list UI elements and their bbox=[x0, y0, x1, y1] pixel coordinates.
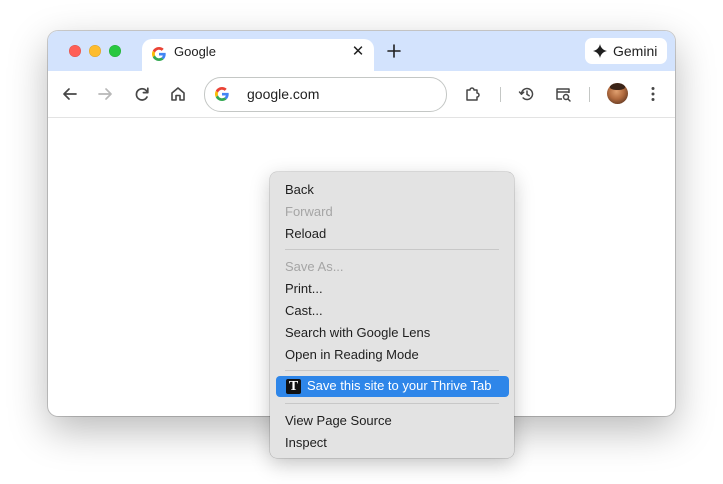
gemini-button[interactable]: Gemini bbox=[585, 38, 667, 64]
menu-item-cast[interactable]: Cast... bbox=[285, 303, 323, 319]
menu-separator bbox=[285, 370, 499, 371]
zoom-window-button[interactable] bbox=[109, 45, 121, 57]
tab-search-icon[interactable] bbox=[553, 84, 573, 104]
context-menu: Back Forward Reload Save As... Print... … bbox=[270, 172, 514, 458]
gemini-label: Gemini bbox=[613, 43, 658, 59]
history-icon[interactable] bbox=[517, 84, 537, 104]
arrow-left-icon[interactable] bbox=[60, 84, 80, 104]
minimize-window-button[interactable] bbox=[89, 45, 101, 57]
menu-separator bbox=[285, 249, 499, 250]
reload-icon[interactable] bbox=[132, 84, 152, 104]
close-tab-icon[interactable]: ✕ bbox=[348, 44, 368, 60]
menu-item-label: Save this site to your Thrive Tab bbox=[307, 378, 492, 393]
profile-avatar[interactable] bbox=[607, 83, 628, 104]
browser-toolbar: google.com bbox=[48, 71, 675, 118]
sparkle-icon bbox=[593, 44, 607, 58]
kebab-menu-icon[interactable] bbox=[643, 84, 663, 104]
thrive-tab-icon: T bbox=[286, 379, 301, 394]
tab-google[interactable]: Google ✕ bbox=[142, 39, 374, 71]
puzzle-icon[interactable] bbox=[463, 84, 483, 104]
menu-item-inspect[interactable]: Inspect bbox=[285, 435, 327, 451]
menu-item-reload[interactable]: Reload bbox=[285, 226, 326, 242]
google-g-icon bbox=[152, 47, 166, 61]
new-tab-plus-icon[interactable] bbox=[385, 42, 403, 60]
menu-item-save-to-thrive-tab[interactable]: T Save this site to your Thrive Tab bbox=[276, 376, 509, 397]
arrow-right-icon[interactable] bbox=[95, 84, 115, 104]
address-text: google.com bbox=[247, 86, 320, 102]
google-g-icon bbox=[215, 87, 229, 101]
home-icon[interactable] bbox=[168, 84, 188, 104]
toolbar-divider bbox=[500, 87, 501, 102]
toolbar-divider bbox=[589, 87, 590, 102]
menu-item-forward: Forward bbox=[285, 204, 333, 219]
address-bar[interactable]: google.com bbox=[204, 77, 447, 112]
menu-item-search-lens[interactable]: Search with Google Lens bbox=[285, 325, 430, 341]
desktop-background: Google ✕ Gemini google.com Back Forward … bbox=[0, 0, 723, 484]
menu-item-reading-mode[interactable]: Open in Reading Mode bbox=[285, 347, 419, 363]
menu-separator bbox=[285, 403, 499, 404]
tab-strip: Google ✕ Gemini bbox=[48, 31, 675, 71]
menu-item-save-as: Save As... bbox=[285, 259, 344, 274]
menu-item-view-source[interactable]: View Page Source bbox=[285, 413, 392, 429]
menu-item-back[interactable]: Back bbox=[285, 182, 314, 198]
menu-item-print[interactable]: Print... bbox=[285, 281, 323, 297]
tab-title: Google bbox=[174, 44, 216, 59]
close-window-button[interactable] bbox=[69, 45, 81, 57]
